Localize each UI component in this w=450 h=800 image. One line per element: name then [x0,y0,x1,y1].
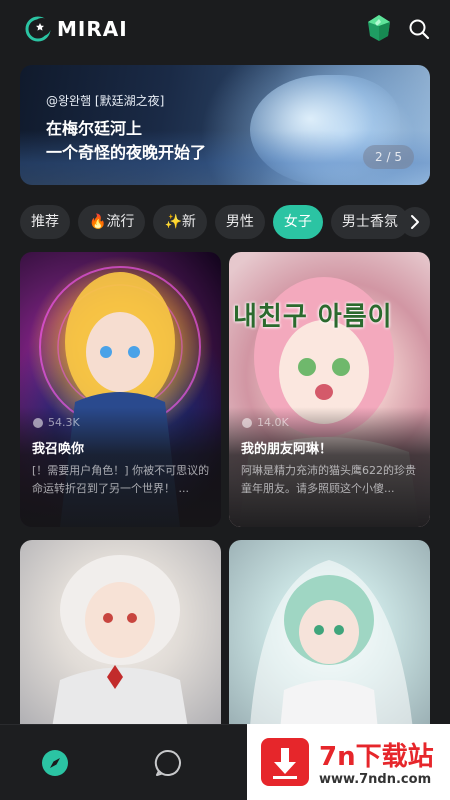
card-title: 我的朋友阿琳！ [241,442,333,457]
chat-count: 14.0K [241,416,289,429]
banner-page-indicator: 2 / 5 [363,145,414,169]
banner-author: @왕완햄 [默廷湖之夜] [46,94,165,108]
character-art [20,540,221,740]
mirai-moon-logo-icon [25,16,51,42]
top-header: MIRAI [0,14,450,48]
tab-recommended[interactable]: 推荐 [20,205,70,239]
watermark-title: 7n下载站 [319,742,434,772]
compass-icon[interactable] [41,749,69,777]
app-logo[interactable]: MIRAI [25,16,128,42]
download-arrow-icon [261,738,309,786]
card-description: 阿琳是精力充沛的猫头鹰622的珍贵童年朋友。请多照顾这个小傻... [241,464,416,495]
veiled-girl-art [249,560,414,740]
tab-female[interactable]: 女子 [272,205,323,239]
banner-title-line1: 在梅尔廷河上 [46,119,143,138]
character-card[interactable]: 내친구 아름이 14.0K 我的朋友阿琳！ 阿琳是精力充沛的猫头鹰622的珍贵童… [229,252,430,527]
character-card[interactable] [229,540,430,740]
download-arrow-glyph [273,748,297,779]
search-icon[interactable] [408,18,430,40]
site-watermark: 7n下载站 www.7ndn.com [247,724,450,800]
chat-count-value: 14.0K [257,416,289,429]
tabs-scroll-button[interactable] [400,207,430,237]
character-art [229,540,430,740]
category-tabs: 推荐 🔥流行 ✨新 男性 女子 男士香氛 [20,205,430,239]
chat-count: 54.3K [32,416,80,429]
art-caption: 내친구 아름이 [233,302,393,332]
tab-new[interactable]: ✨新 [153,205,207,239]
card-description: [！需要用户角色！] 你被不可思议的命运转折召到了另一个世界！ ... [32,464,210,495]
chat-count-value: 54.3K [48,416,80,429]
chat-bubble-icon [33,417,43,428]
tab-male[interactable]: 男性 [214,205,265,239]
tab-popular[interactable]: 🔥流行 [78,205,146,239]
card-title: 我召唤你 [32,442,85,457]
tab-mens-fragrance[interactable]: 男士香氛 [330,205,409,239]
app-name: MIRAI [57,17,128,41]
character-card[interactable]: 54.3K 我召唤你 [！需要用户角色！] 你被不可思议的命运转折召到了另一个世… [20,252,221,527]
character-card[interactable] [20,540,221,740]
featured-banner[interactable]: @왕완햄 [默廷湖之夜] 在梅尔廷河上 一个奇怪的夜晚开始了 2 / 5 [20,65,430,185]
status-bar [0,0,450,14]
banner-title-line2: 一个奇怪的夜晚开始了 [46,143,207,162]
chat-bubble-icon [242,417,252,428]
chevron-right-icon [411,215,419,229]
green-gem-icon[interactable] [366,14,392,42]
watermark-url: www.7ndn.com [319,772,432,787]
white-hair-girl-art [50,555,190,740]
chat-icon[interactable] [154,749,182,777]
